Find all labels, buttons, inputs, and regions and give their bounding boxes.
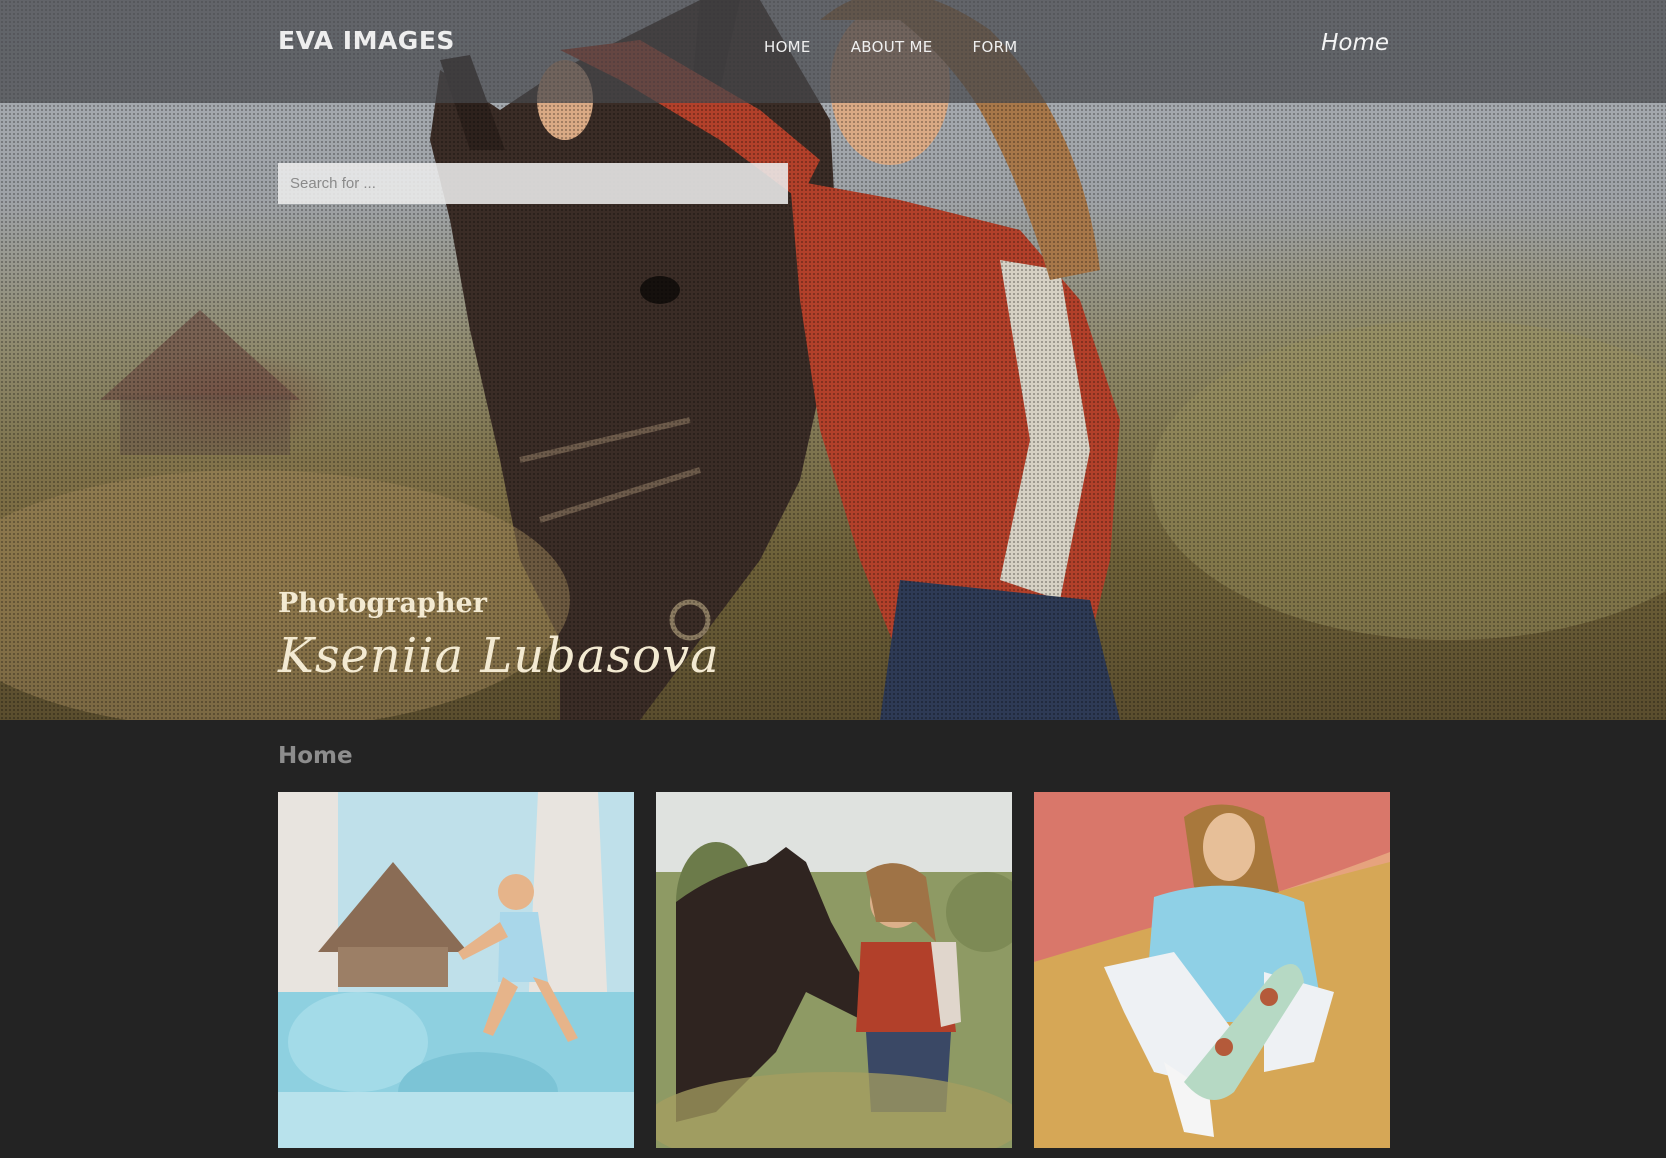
top-navigation-bar: EVA IMAGES HOME ABOUT ME FORM Home <box>0 0 1666 103</box>
nav-link-home[interactable]: HOME <box>764 38 811 56</box>
current-page-label: Home <box>1321 30 1389 56</box>
gallery-card-horse[interactable] <box>656 792 1012 1148</box>
child-on-pillows-photo <box>278 792 634 1148</box>
search-input[interactable] <box>278 163 788 204</box>
hero-photo <box>0 0 1666 720</box>
girl-with-horse-photo <box>656 792 1012 1148</box>
girl-with-skateboard-photo <box>1034 792 1390 1148</box>
site-logo[interactable]: EVA IMAGES <box>278 26 455 55</box>
main-nav: HOME ABOUT ME FORM <box>764 38 1018 56</box>
section-title: Home <box>278 743 353 769</box>
gallery-card-child[interactable] <box>278 792 634 1148</box>
hero-subtitle: Photographer <box>278 588 487 619</box>
photographer-name: Kseniia Lubasova <box>278 628 720 684</box>
nav-link-form[interactable]: FORM <box>973 38 1018 56</box>
gallery-card-skateboard[interactable] <box>1034 792 1390 1148</box>
photo-gallery <box>278 792 1390 1148</box>
main-content: Home <box>0 720 1666 1158</box>
nav-link-about-me[interactable]: ABOUT ME <box>851 38 933 56</box>
hero-banner: EVA IMAGES HOME ABOUT ME FORM Home Photo… <box>0 0 1666 720</box>
